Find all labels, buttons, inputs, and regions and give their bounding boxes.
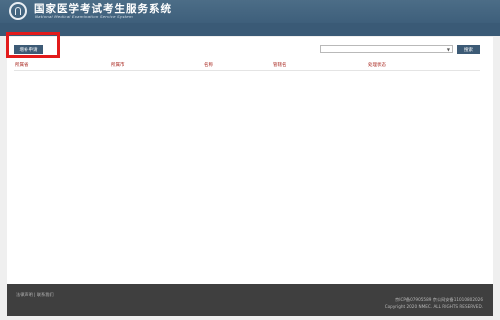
footer-copyright: Copyright 2020 NMEC. ALL RIGHTS RESERVED…	[384, 304, 483, 309]
column-header-name: 名称	[204, 63, 213, 68]
footer-icp: 京ICP备07905589 京公网安备11010802026	[395, 297, 483, 302]
content-panel	[7, 37, 493, 284]
filter-select[interactable]: ▼	[320, 45, 453, 53]
column-header-jurisdiction: 管辖名	[273, 63, 287, 68]
nav-strip	[0, 23, 500, 36]
column-header-status: 处理状态	[368, 63, 386, 68]
footer-links[interactable]: 法律声明 | 联系我们	[16, 292, 54, 298]
table-header-divider	[14, 70, 480, 71]
column-header-province: 所属省	[15, 63, 29, 68]
highlight-annotation	[6, 32, 60, 58]
dropdown-arrow-icon: ▼	[446, 47, 450, 52]
column-header-city: 所属市	[111, 63, 125, 68]
site-subtitle: National Medical Examination Service Sys…	[35, 14, 133, 19]
site-header: 国家医学考试考生服务系统 National Medical Examinatio…	[0, 0, 500, 23]
search-button[interactable]: 搜索	[457, 45, 480, 54]
nmec-logo-icon	[9, 2, 27, 20]
